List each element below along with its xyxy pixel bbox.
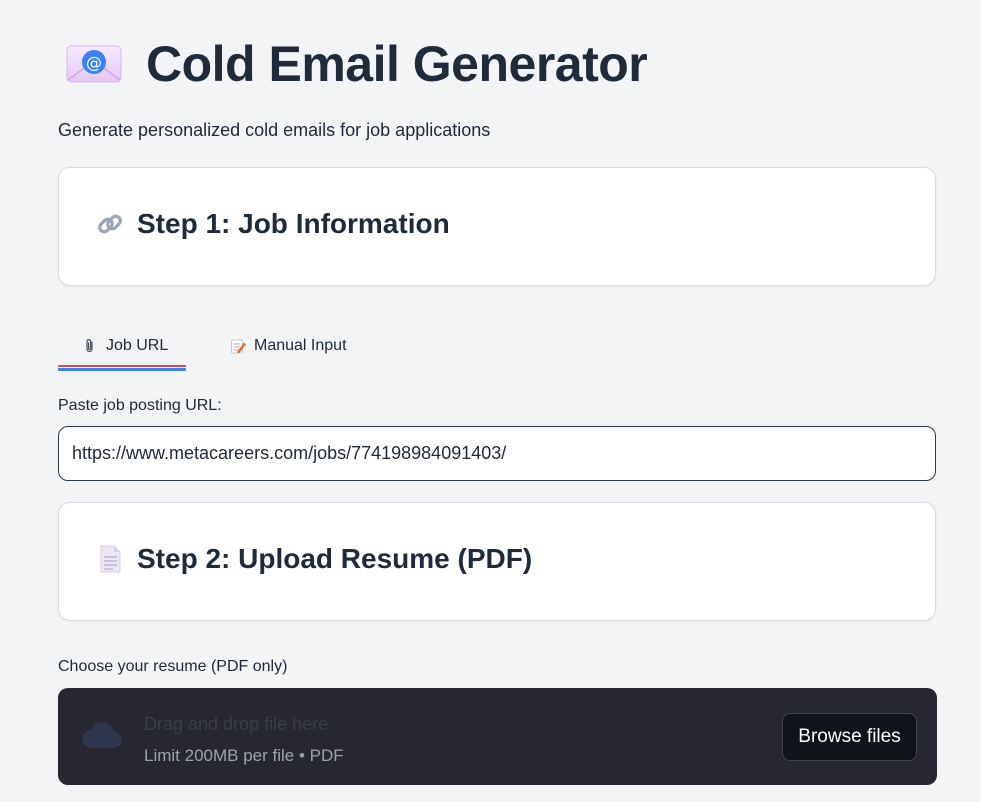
- step2-heading: Step 2: Upload Resume (PDF): [137, 543, 533, 574]
- tab-job-url[interactable]: Job URL: [58, 322, 186, 371]
- tab-job-url-label: Job URL: [106, 337, 169, 354]
- active-tab-indicator: [58, 365, 186, 371]
- job-url-value: https://www.metacareers.com/jobs/7741989…: [72, 443, 507, 463]
- resume-upload-label: Choose your resume (PDF only): [58, 658, 288, 675]
- link-icon: [95, 209, 125, 239]
- input-tabs: Job URL Manual Input: [58, 322, 347, 372]
- upload-limit-text: Limit 200MB per file • PDF: [144, 746, 344, 765]
- svg-text:@: @: [86, 53, 102, 72]
- app-page: @ Cold Email Generator Generate personal…: [0, 0, 981, 802]
- email-icon: @: [66, 44, 122, 84]
- resume-dropzone[interactable]: Drag and drop file here Limit 200MB per …: [58, 688, 937, 785]
- job-url-input[interactable]: https://www.metacareers.com/jobs/7741989…: [58, 426, 936, 481]
- job-url-label: Paste job posting URL:: [58, 397, 222, 414]
- tab-manual-input-label: Manual Input: [254, 337, 347, 354]
- browse-files-button[interactable]: Browse files: [782, 713, 917, 761]
- memo-icon: [230, 338, 246, 354]
- step1-heading: Step 1: Job Information: [137, 208, 450, 239]
- step1-card: Step 1: Job Information: [58, 167, 936, 286]
- page-subtitle: Generate personalized cold emails for jo…: [58, 120, 491, 140]
- document-icon: [95, 544, 125, 574]
- step2-heading-row: Step 2: Upload Resume (PDF): [95, 543, 532, 575]
- cloud-upload-icon: [80, 718, 124, 754]
- dropzone-instructions: Drag and drop file here: [144, 714, 329, 734]
- paperclip-icon: [82, 338, 98, 354]
- step1-heading-row: Step 1: Job Information: [95, 208, 450, 240]
- page-title: Cold Email Generator: [146, 36, 648, 92]
- step2-card: Step 2: Upload Resume (PDF): [58, 502, 936, 621]
- title-row: @ Cold Email Generator: [66, 34, 648, 94]
- tab-manual-input[interactable]: Manual Input: [186, 322, 347, 370]
